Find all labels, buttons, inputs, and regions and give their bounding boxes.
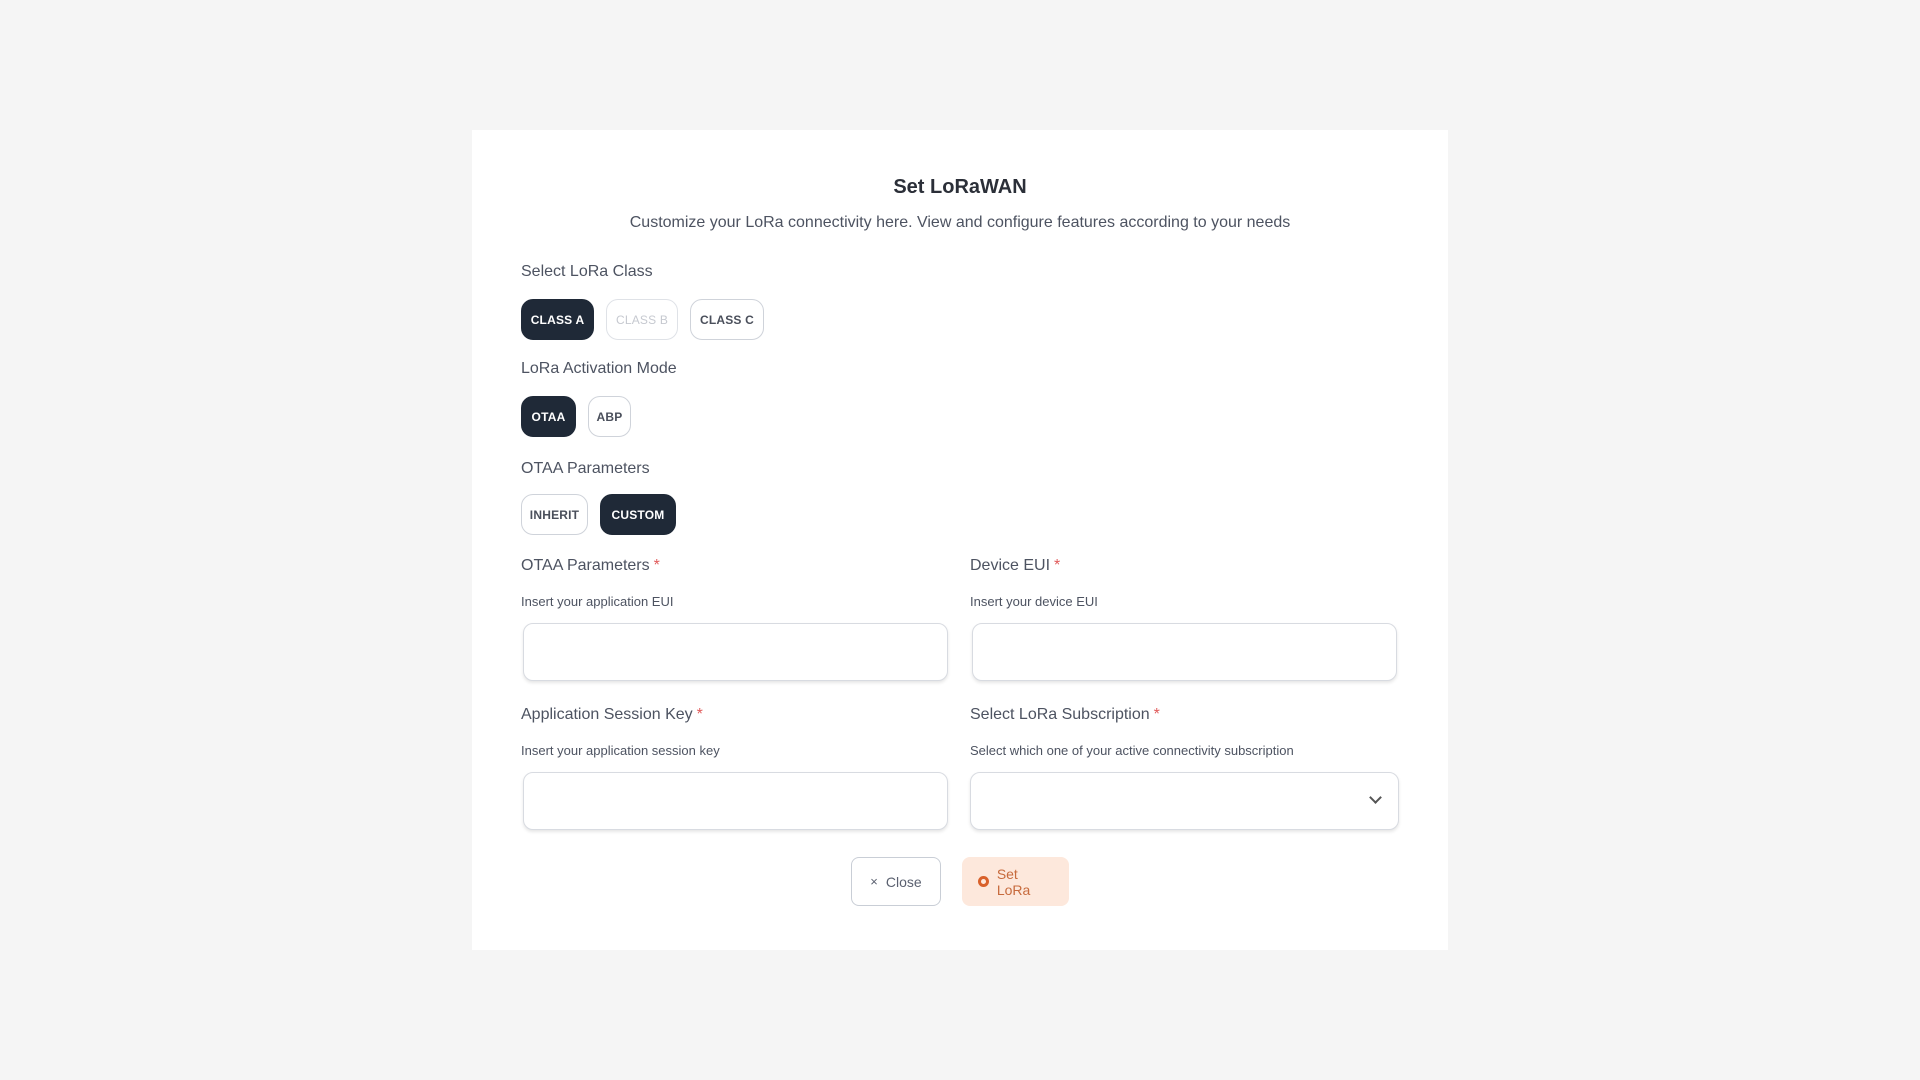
device-eui-hint: Insert your device EUI [970, 594, 1098, 609]
custom-button[interactable]: CUSTOM [600, 494, 676, 535]
modal-title: Set LoRaWAN [893, 176, 1027, 198]
required-mark: * [1054, 557, 1061, 574]
abp-button[interactable]: ABP [588, 396, 631, 437]
status-dot-icon [978, 876, 989, 887]
otaa-button[interactable]: OTAA [521, 396, 576, 437]
chevron-down-icon [1369, 791, 1382, 804]
close-button-label: Close [885, 873, 922, 890]
set-lorawan-modal: Set LoRaWAN Customize your LoRa connecti… [472, 130, 1448, 950]
activation-mode-label: LoRa Activation Mode [521, 360, 677, 377]
device-eui-label: Device EUI [970, 557, 1051, 574]
required-mark: * [1153, 706, 1160, 723]
lora-class-label: Select LoRa Class [521, 263, 653, 280]
modal-subtitle: Customize your LoRa connectivity here. V… [629, 214, 1291, 231]
set-lora-button[interactable]: Set LoRa [962, 857, 1069, 906]
lora-class-options: CLASS A CLASS B CLASS C [521, 299, 764, 340]
device-eui-input[interactable] [972, 623, 1397, 681]
app-eui-hint: Insert your application EUI [521, 594, 674, 609]
subscription-hint: Select which one of your active connecti… [970, 743, 1294, 758]
app-eui-label: OTAA Parameters [521, 557, 650, 574]
activation-mode-options: OTAA ABP [521, 396, 631, 437]
app-session-key-hint: Insert your application session key [521, 743, 720, 758]
class-c-button[interactable]: CLASS C [690, 299, 764, 340]
otaa-parameters-options: INHERIT CUSTOM [521, 494, 676, 535]
required-mark: * [696, 706, 703, 723]
app-session-key-input[interactable] [523, 772, 948, 830]
otaa-parameters-label: OTAA Parameters [521, 460, 650, 477]
close-button[interactable]: × Close [851, 857, 941, 906]
subscription-field: Select LoRa Subscription * Select which o… [970, 706, 1399, 830]
app-session-key-field: Application Session Key * Insert your app… [521, 706, 950, 830]
class-b-button[interactable]: CLASS B [606, 299, 678, 340]
app-eui-input[interactable] [523, 623, 948, 681]
set-lora-button-label: Set LoRa [996, 865, 1031, 898]
modal-actions: × Close Set LoRa [472, 857, 1448, 906]
app-session-key-label: Application Session Key [521, 706, 693, 723]
close-icon: × [870, 874, 878, 889]
required-mark: * [653, 557, 660, 574]
subscription-label: Select LoRa Subscription [970, 706, 1150, 723]
device-eui-field: Device EUI * Insert your device EUI [970, 557, 1399, 681]
subscription-select[interactable] [970, 772, 1399, 830]
class-a-button[interactable]: CLASS A [521, 299, 594, 340]
app-eui-field: OTAA Parameters * Insert your application… [521, 557, 950, 681]
inherit-button[interactable]: INHERIT [521, 494, 588, 535]
